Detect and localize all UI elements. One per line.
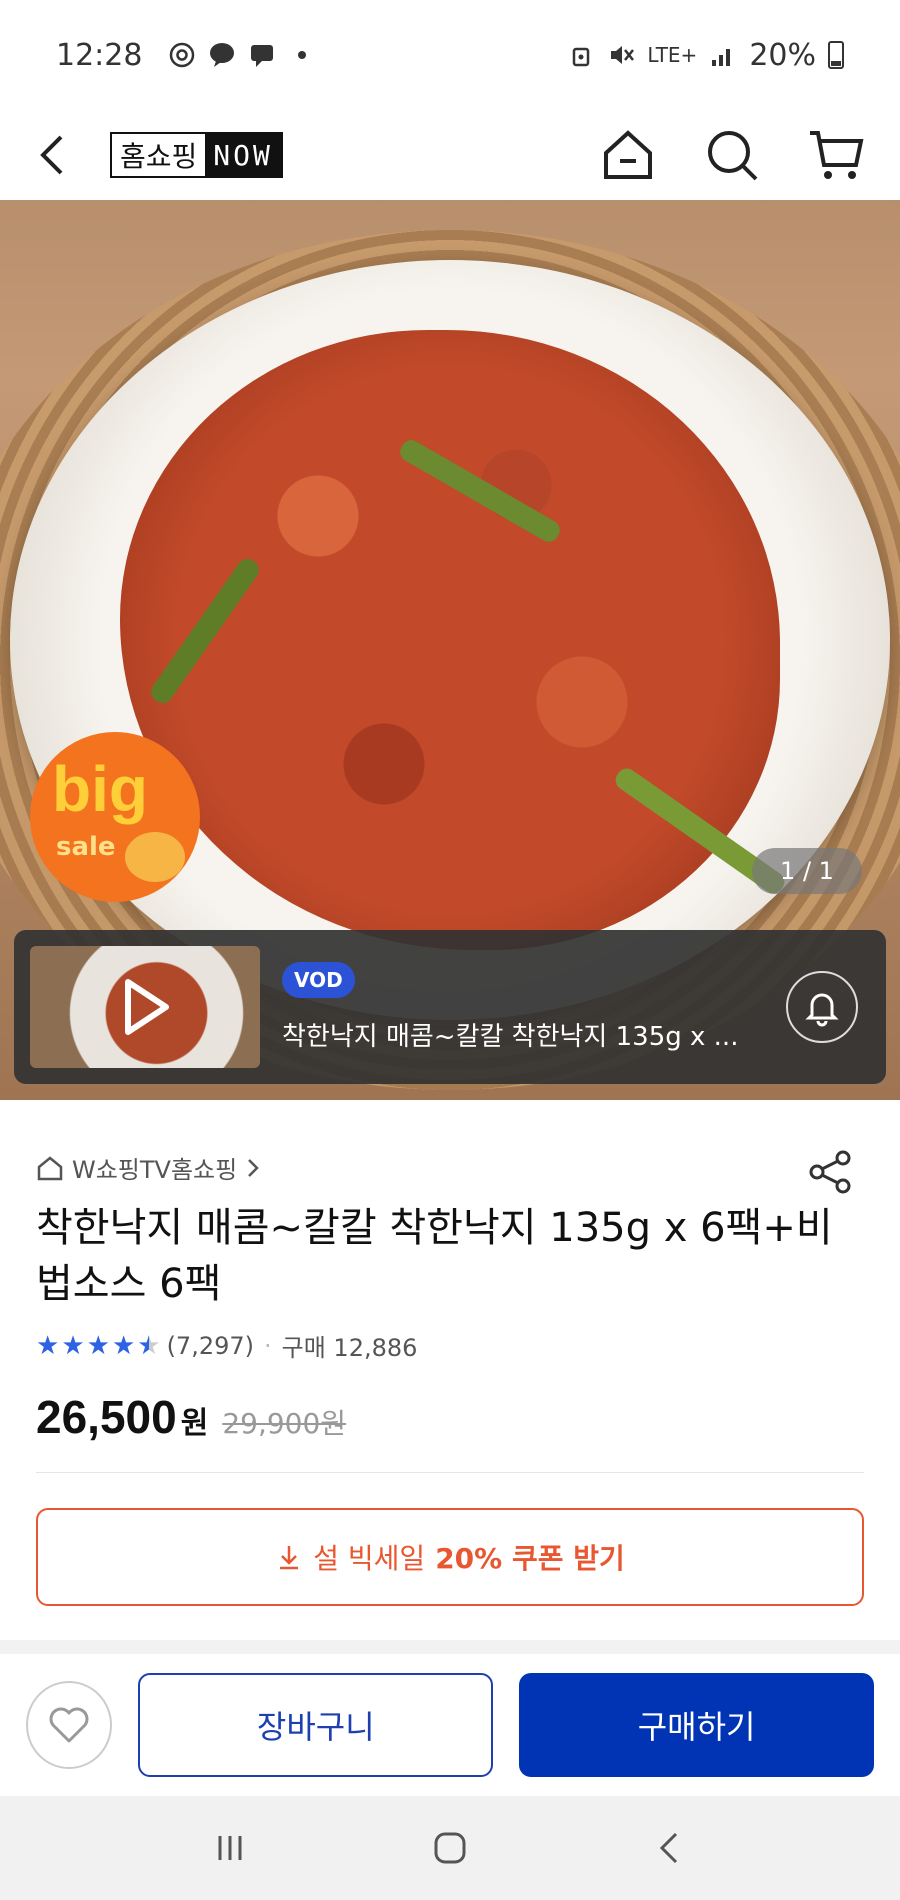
- product-title: 착한낙지 매콤~칼칼 착한낙지 135g x 6팩+비법소스 6팩: [36, 1205, 833, 1307]
- divider: [36, 1472, 864, 1473]
- status-bar: 12:28 LTE+ 20%: [0, 0, 900, 110]
- signal-icon: [709, 41, 737, 69]
- vod-badge: VOD: [282, 961, 355, 998]
- cart-icon: [810, 131, 864, 179]
- app-header: 홈쇼핑 NOW: [0, 110, 900, 200]
- kakaotalk-icon: [208, 41, 236, 69]
- sale-price: 26,500 원: [36, 1391, 209, 1443]
- big-sale-badge-sale: sale: [56, 832, 116, 862]
- notification-bell-button[interactable]: [786, 971, 858, 1043]
- share-button[interactable]: [802, 1144, 858, 1200]
- bell-icon: [805, 993, 839, 1027]
- download-icon: [280, 1546, 299, 1570]
- seller-link[interactable]: W쇼핑TV홈쇼핑: [36, 1150, 261, 1185]
- share-icon: [809, 1150, 851, 1194]
- original-price: 29,900원: [222, 1407, 347, 1440]
- home-nav-icon: [434, 1832, 466, 1864]
- search-button[interactable]: [704, 127, 760, 183]
- chrome-icon: [168, 41, 196, 69]
- heart-icon: [49, 1707, 89, 1743]
- rating-stars: ★ ★ ★ ★ ★: [36, 1331, 161, 1361]
- home-icon: [37, 1155, 63, 1180]
- review-count: (7,297): [166, 1331, 254, 1360]
- recent-apps-button[interactable]: [200, 1818, 260, 1878]
- back-nav-icon: [659, 1832, 678, 1864]
- add-to-cart-button[interactable]: 장바구니: [138, 1673, 494, 1777]
- dot-icon: [288, 41, 316, 69]
- home-icon: [604, 130, 652, 179]
- logo-text-right: NOW: [205, 134, 281, 176]
- seller-name: W쇼핑TV홈쇼핑: [72, 1156, 238, 1184]
- star-icon: ★: [36, 1330, 60, 1361]
- mute-icon: [607, 41, 635, 69]
- chevron-left-icon: [40, 135, 63, 175]
- home-nav-button[interactable]: [420, 1818, 480, 1878]
- battery-icon: [828, 41, 844, 69]
- star-icon: ★: [111, 1330, 136, 1361]
- android-nav-bar: [0, 1796, 900, 1900]
- back-button[interactable]: [28, 130, 78, 180]
- wishlist-button[interactable]: [26, 1681, 113, 1769]
- image-page-indicator: 1 / 1: [752, 848, 862, 894]
- vod-title[interactable]: 착한낙지 매콤~칼칼 착한낙지 135g x ...: [282, 1016, 742, 1053]
- vod-thumbnail[interactable]: [30, 946, 260, 1068]
- coupon-label: 20% 쿠폰 받기: [435, 1542, 625, 1575]
- chevron-right-icon: [248, 1158, 259, 1177]
- separator-dot: ·: [264, 1331, 272, 1360]
- star-icon: ★: [61, 1330, 85, 1361]
- rating-row[interactable]: ★ ★ ★ ★ ★ (7,297) · 구매 12,886: [36, 1328, 417, 1363]
- tiger-mascot-icon: [125, 832, 185, 882]
- price-row: 26,500 원 29,900원: [36, 1390, 346, 1444]
- purchase-count: 구매 12,886: [281, 1334, 418, 1362]
- big-sale-badge: big sale: [30, 732, 200, 902]
- recent-apps-icon: [218, 1836, 242, 1860]
- homeshopping-now-logo[interactable]: 홈쇼핑 NOW: [110, 132, 283, 178]
- cart-button[interactable]: [808, 127, 864, 183]
- home-button[interactable]: [600, 127, 656, 183]
- play-icon[interactable]: [108, 972, 178, 1042]
- back-nav-button[interactable]: [640, 1818, 700, 1878]
- search-icon: [708, 131, 758, 181]
- coupon-download-button[interactable]: 설 빅세일 20% 쿠폰 받기: [36, 1508, 864, 1606]
- battery-percent: 20%: [749, 37, 816, 73]
- coupon-prefix: 설 빅세일: [313, 1542, 426, 1575]
- big-sale-badge-big: big: [52, 753, 148, 825]
- message-icon: [248, 41, 276, 69]
- vod-bar[interactable]: VOD 착한낙지 매콤~칼칼 착한낙지 135g x ...: [14, 930, 886, 1084]
- network-label: LTE+: [647, 43, 698, 67]
- star-half-icon: ★: [137, 1330, 161, 1361]
- buy-now-button[interactable]: 구매하기: [519, 1673, 874, 1777]
- alarm-icon: [567, 41, 595, 69]
- status-time: 12:28: [56, 37, 143, 73]
- logo-text-left: 홈쇼핑: [112, 134, 206, 176]
- bottom-action-bar: 장바구니 구매하기: [0, 1654, 900, 1796]
- section-gap: [0, 1640, 900, 1654]
- star-icon: ★: [86, 1330, 110, 1361]
